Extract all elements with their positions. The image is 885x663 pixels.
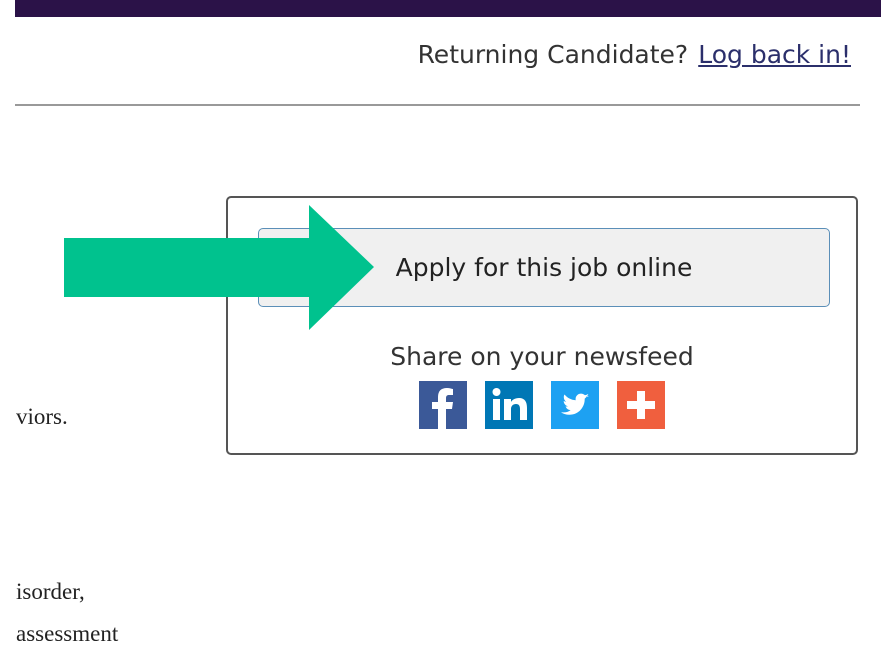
green-pointer-arrow-icon	[64, 205, 374, 330]
linkedin-icon[interactable]	[485, 381, 533, 429]
header-divider	[15, 104, 860, 106]
share-icons	[228, 381, 856, 429]
twitter-icon[interactable]	[551, 381, 599, 429]
returning-candidate-text: Returning Candidate?	[417, 40, 689, 69]
returning-candidate-bar: Returning Candidate? Log back in!	[418, 40, 851, 69]
log-back-in-link[interactable]: Log back in!	[698, 40, 851, 69]
job-description-text-fragment: assessment	[16, 621, 119, 646]
facebook-icon[interactable]	[419, 381, 467, 429]
apply-online-button-label: Apply for this job online	[395, 253, 693, 282]
job-description-text-fragment: viors.	[16, 404, 68, 429]
share-label: Share on your newsfeed	[390, 342, 694, 371]
top-navigation-bar	[15, 0, 881, 17]
addthis-plus-icon[interactable]	[617, 381, 665, 429]
job-description-text-fragment: isorder,	[16, 579, 85, 604]
